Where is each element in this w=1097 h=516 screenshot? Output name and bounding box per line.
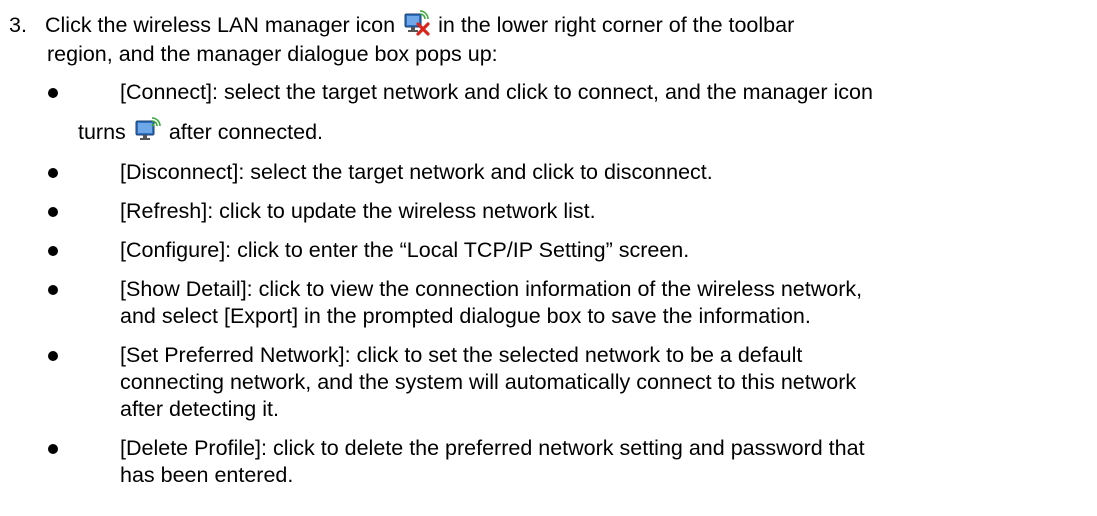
bullet-dot <box>48 88 58 98</box>
step-3-line-1: 3. Click the wireless LAN manager icon i… <box>9 10 1089 40</box>
option-label: [Show Detail] <box>120 277 247 301</box>
option-description: : click to update the wireless network l… <box>207 199 596 223</box>
option-description: : click to enter the “Local TCP/IP Setti… <box>225 238 690 262</box>
option-description: : click to delete the preferred network … <box>261 436 865 460</box>
list-item-delete-profile: [Delete Profile]: click to delete the pr… <box>38 435 1088 489</box>
option-label: [Refresh] <box>120 199 208 223</box>
option-label: [Set Preferred Network] <box>120 343 345 367</box>
wifi-manager-connected-icon <box>135 117 161 143</box>
list-item-connect: [Connect]: select the target network and… <box>38 78 1088 147</box>
option-description: : click to view the connection informati… <box>246 277 863 301</box>
option-description-line-2: connecting network, and the system will … <box>120 370 857 394</box>
list-item-refresh: [Refresh]: click to update the wireless … <box>38 198 1088 225</box>
option-description: : select the target network and click to… <box>212 80 873 104</box>
step-3: 3. Click the wireless LAN manager icon i… <box>9 10 1089 69</box>
option-description-line-3: after detecting it. <box>120 397 279 421</box>
bullet-dot <box>48 444 58 454</box>
bullet-dot <box>48 168 58 178</box>
bullet-dot <box>48 207 58 217</box>
option-description: : select the target network and click to… <box>238 160 713 184</box>
list-item-disconnect: [Disconnect]: select the target network … <box>38 159 1088 186</box>
continuation-text-after-icon: after connected. <box>168 120 323 144</box>
bullet-dot <box>48 246 58 256</box>
option-label: [Disconnect] <box>120 160 239 184</box>
option-label: [Configure] <box>120 238 226 262</box>
option-label: [Connect] <box>120 80 213 104</box>
option-list: [Connect]: select the target network and… <box>38 78 1088 501</box>
option-label: [Delete Profile] <box>120 436 262 460</box>
continuation-text-before-icon: turns <box>78 120 126 144</box>
wifi-manager-disconnected-icon <box>404 10 430 36</box>
list-item-set-preferred-network: [Set Preferred Network]: click to set th… <box>38 342 1088 423</box>
option-description-line-2: and select [Export] in the prompted dial… <box>120 304 811 328</box>
step-number: 3. <box>9 13 27 37</box>
list-item-show-detail: [Show Detail]: click to view the connect… <box>38 276 1088 330</box>
bullet-dot <box>48 285 58 295</box>
step-text-before-icon: Click the wireless LAN manager icon <box>44 13 396 37</box>
step-3-line-2: region, and the manager dialogue box pop… <box>47 42 498 66</box>
continuation-line: turns after connected. <box>78 117 1088 147</box>
option-description-line-2: has been entered. <box>120 463 294 487</box>
step-text-after-icon: in the lower right corner of the toolbar <box>438 13 795 37</box>
option-description: : click to set the selected network to b… <box>344 343 803 367</box>
bullet-dot <box>48 351 58 361</box>
list-item-configure: [Configure]: click to enter the “Local T… <box>38 237 1088 264</box>
